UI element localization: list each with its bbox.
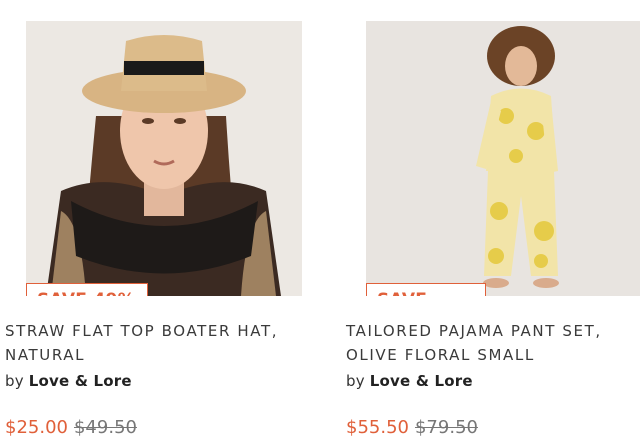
product-image[interactable]: SAVE 30%	[366, 21, 640, 296]
product-photo	[366, 21, 640, 296]
product-title[interactable]: STRAW FLAT TOP BOATER HAT, NATURAL	[5, 319, 297, 367]
vendor-name[interactable]: Love & Lore	[370, 372, 473, 390]
product-vendor: by Love & Lore	[5, 372, 132, 390]
save-badge: SAVE 49%	[26, 283, 148, 296]
product-title[interactable]: TAILORED PAJAMA PANT SET, OLIVE FLORAL S…	[346, 319, 638, 367]
product-photo	[26, 21, 302, 296]
product-grid: SAVE 49% STRAW FLAT TOP BOATER HAT, NATU…	[0, 0, 640, 447]
vendor-prefix: by	[346, 372, 365, 390]
vendor-name[interactable]: Love & Lore	[29, 372, 132, 390]
product-image[interactable]: SAVE 49%	[26, 21, 302, 296]
product-price: $25.00 $49.50	[5, 417, 137, 438]
product-card[interactable]: SAVE 30% TAILORED PAJAMA PANT SET, OLIVE…	[346, 0, 640, 447]
vendor-prefix: by	[5, 372, 24, 390]
product-vendor: by Love & Lore	[346, 372, 473, 390]
price-current: $55.50	[346, 417, 409, 438]
price-original: $49.50	[73, 417, 137, 438]
product-card[interactable]: SAVE 49% STRAW FLAT TOP BOATER HAT, NATU…	[5, 0, 302, 447]
price-original: $79.50	[414, 417, 478, 438]
product-price: $55.50 $79.50	[346, 417, 478, 438]
price-current: $25.00	[5, 417, 68, 438]
save-badge: SAVE 30%	[366, 283, 486, 296]
